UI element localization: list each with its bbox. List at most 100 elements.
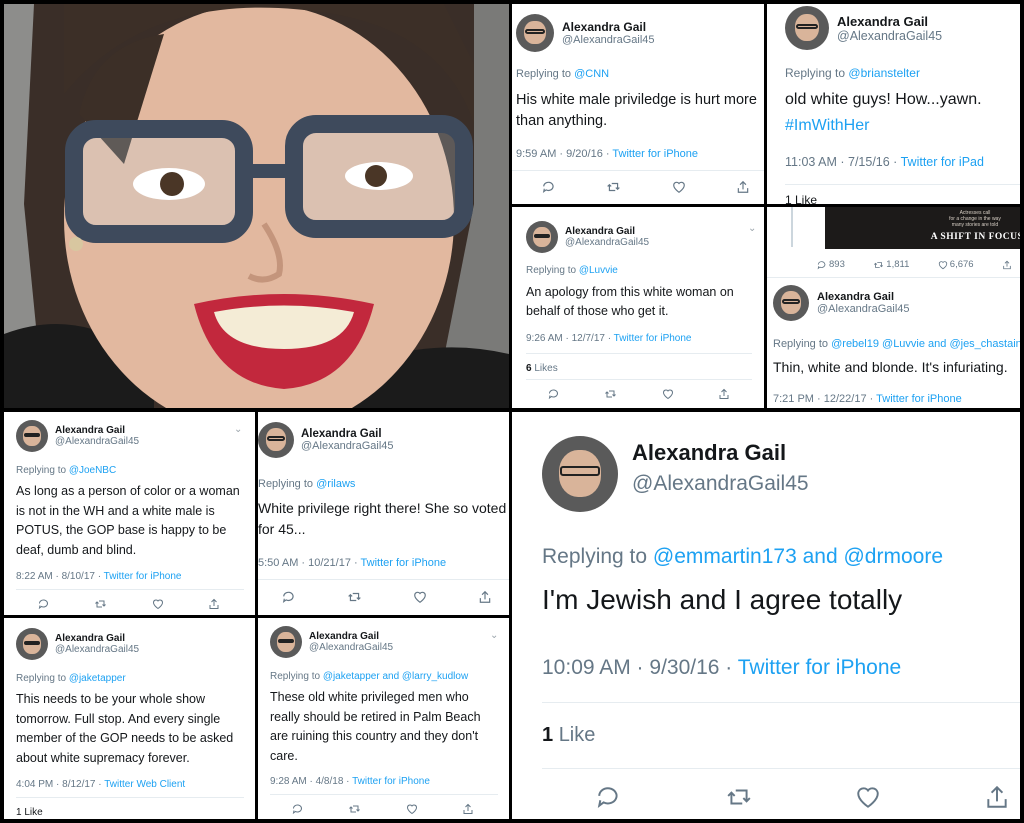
chevron-down-icon[interactable]: ⌄ (234, 424, 242, 435)
reply-stat[interactable]: 893 (817, 259, 845, 270)
heart-icon[interactable] (672, 180, 686, 194)
avatar[interactable] (270, 626, 302, 658)
replying-to-link[interactable]: @rilaws (316, 478, 355, 490)
likes-count[interactable]: 1 Like (16, 807, 43, 818)
avatar[interactable] (16, 628, 48, 660)
heart-icon[interactable] (855, 784, 881, 810)
user-name[interactable]: Alexandra Gail (632, 440, 809, 466)
embedded-media[interactable]: Actresses call for a change in the way m… (825, 207, 1020, 249)
timestamp[interactable]: 9:26 AM · 12/7/17 · (526, 333, 611, 344)
tweet-card-joenbc[interactable]: Alexandra Gail @AlexandraGail45 ⌄ Replyi… (4, 412, 255, 615)
user-handle[interactable]: @AlexandraGail45 (817, 303, 910, 315)
tweet-card-luvvie[interactable]: Alexandra Gail @AlexandraGail45 ⌄ Replyi… (512, 207, 764, 408)
share-icon[interactable] (718, 388, 730, 400)
reply-icon[interactable] (292, 803, 304, 815)
avatar[interactable] (16, 420, 48, 452)
replying-to-link[interactable]: @jaketapper (69, 673, 126, 684)
heart-icon[interactable] (152, 598, 164, 610)
likes-count[interactable]: 1 Like (542, 724, 595, 747)
likes-count[interactable]: 6 Likes (526, 363, 558, 374)
share-icon[interactable] (1002, 260, 1012, 270)
timestamp[interactable]: 10:09 AM · 9/30/16 · (542, 656, 732, 679)
heart-icon[interactable] (406, 803, 418, 815)
share-icon[interactable] (462, 803, 474, 815)
retweet-icon[interactable] (347, 590, 362, 604)
reply-icon[interactable] (542, 180, 556, 194)
tweet-source[interactable]: Twitter for iPhone (738, 656, 901, 679)
replying-to-link[interactable]: @brianstelter (848, 66, 920, 80)
user-handle[interactable]: @AlexandraGail45 (55, 436, 139, 447)
timestamp[interactable]: 11:03 AM · 7/15/16 · (785, 155, 897, 169)
user-handle[interactable]: @AlexandraGail45 (837, 29, 942, 43)
user-name[interactable]: Alexandra Gail (55, 425, 139, 436)
tweet-source[interactable]: Twitter for iPhone (361, 557, 447, 569)
tweet-card-jaketapper[interactable]: Alexandra Gail @AlexandraGail45 Replying… (4, 618, 255, 819)
tweet-source[interactable]: Twitter for iPhone (104, 571, 182, 582)
tweet-source[interactable]: Twitter Web Client (104, 779, 185, 790)
user-handle[interactable]: @AlexandraGail45 (632, 472, 809, 496)
user-name[interactable]: Alexandra Gail (817, 291, 910, 303)
tweet-source[interactable]: Twitter for iPhone (876, 393, 962, 405)
chevron-down-icon[interactable]: ⌄ (748, 223, 756, 234)
reply-icon[interactable] (548, 388, 560, 400)
reply-icon[interactable] (596, 784, 622, 810)
tweet-source[interactable]: Twitter for iPhone (614, 333, 692, 344)
avatar[interactable] (526, 221, 558, 253)
avatar[interactable] (542, 436, 618, 512)
timestamp[interactable]: 8:22 AM · 8/10/17 · (16, 571, 101, 582)
avatar[interactable] (785, 6, 829, 50)
avatar[interactable] (773, 285, 809, 321)
tweet-card-emmartin173[interactable]: Alexandra Gail @AlexandraGail45 Replying… (512, 412, 1020, 819)
replying-to-link[interactable]: @jaketapper and @larry_kudlow (323, 671, 468, 682)
like-stat[interactable]: 6,676 (938, 259, 974, 270)
share-icon[interactable] (208, 598, 220, 610)
share-icon[interactable] (984, 784, 1010, 810)
retweet-icon[interactable] (94, 598, 107, 610)
avatar[interactable] (516, 14, 554, 52)
user-name[interactable]: Alexandra Gail (309, 631, 393, 642)
share-icon[interactable] (736, 180, 750, 194)
user-handle[interactable]: @AlexandraGail45 (55, 644, 139, 655)
heart-icon[interactable] (662, 388, 674, 400)
replying-to-link[interactable]: @emmartin173 and @drmoore (653, 545, 943, 568)
tweet-source[interactable]: Twitter for iPad (901, 155, 984, 169)
tweet-card-brianstelter[interactable]: Alexandra Gail @AlexandraGail45 Replying… (767, 4, 1020, 204)
reply-icon[interactable] (282, 590, 296, 604)
retweet-icon[interactable] (348, 803, 361, 815)
tweet-source[interactable]: Twitter for iPhone (352, 776, 430, 787)
hashtag-link[interactable]: #ImWithHer (785, 117, 869, 135)
tweet-card-rilaws[interactable]: Alexandra Gail @AlexandraGail45 Replying… (258, 412, 509, 615)
retweet-icon[interactable] (725, 784, 753, 810)
replying-to-link[interactable]: @rebel19 @Luvvie and @jes_chastain (831, 338, 1020, 350)
replying-to-link[interactable]: @CNN (574, 68, 609, 80)
timestamp[interactable]: 9:59 AM · 9/20/16 · (516, 148, 610, 160)
user-name[interactable]: Alexandra Gail (837, 14, 942, 29)
reply-icon[interactable] (38, 598, 50, 610)
user-handle[interactable]: @AlexandraGail45 (301, 440, 394, 452)
user-name[interactable]: Alexandra Gail (565, 226, 649, 237)
timestamp[interactable]: 4:04 PM · 8/12/17 · (16, 779, 102, 790)
tweet-card-rebel19[interactable]: Actresses call for a change in the way m… (767, 207, 1020, 408)
user-name[interactable]: Alexandra Gail (562, 20, 655, 34)
retweet-icon[interactable] (606, 180, 621, 194)
avatar[interactable] (258, 422, 294, 458)
timestamp[interactable]: 5:50 AM · 10/21/17 · (258, 557, 358, 569)
replying-to-link[interactable]: @Luvvie (579, 265, 618, 276)
heart-icon[interactable] (413, 590, 427, 604)
retweet-icon[interactable] (604, 388, 617, 400)
user-handle[interactable]: @AlexandraGail45 (565, 237, 649, 248)
user-name[interactable]: Alexandra Gail (301, 428, 394, 440)
chevron-down-icon[interactable]: ⌄ (490, 630, 498, 641)
tweet-card-cnn[interactable]: Alexandra Gail @AlexandraGail45 Replying… (512, 4, 764, 204)
retweet-stat[interactable]: 1,811 (873, 259, 909, 270)
timestamp[interactable]: 7:21 PM · 12/22/17 · (773, 393, 873, 405)
tweet-source[interactable]: Twitter for iPhone (612, 148, 698, 160)
user-handle[interactable]: @AlexandraGail45 (562, 34, 655, 46)
user-name[interactable]: Alexandra Gail (55, 633, 139, 644)
user-handle[interactable]: @AlexandraGail45 (309, 642, 393, 653)
share-icon[interactable] (478, 590, 492, 604)
timestamp[interactable]: 9:28 AM · 4/8/18 · (270, 776, 350, 787)
replying-to-link[interactable]: @JoeNBC (69, 465, 116, 476)
likes-count[interactable]: 1 Like (785, 193, 817, 204)
tweet-card-jaketapper-kudlow[interactable]: Alexandra Gail @AlexandraGail45 ⌄ Replyi… (258, 618, 509, 819)
